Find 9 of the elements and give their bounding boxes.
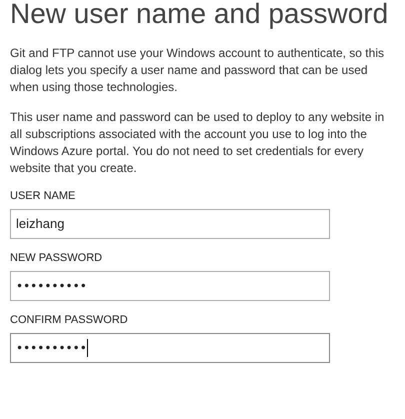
password-field[interactable]: ••••••••••	[10, 271, 330, 301]
dialog-title: New user name and password	[10, 0, 390, 31]
description-text: This user name and password can be used to deploy to any website in all subscriptions associated with the account you use to log into the Windows Azure portal. You do not need to set credentials for every website that you create.	[10, 109, 386, 177]
description-text: Git and FTP cannot use your Windows account to authenticate, so this dialog lets you specify a user name and password that can be used when using those technologies.	[10, 45, 385, 96]
text-field[interactable]: leizhang	[10, 209, 330, 239]
password-field[interactable]: ••••••••••	[10, 333, 330, 363]
field-label: CONFIRM PASSWORD	[10, 313, 129, 327]
field-label: USER NAME	[10, 189, 76, 203]
field-label: NEW PASSWORD	[10, 251, 104, 265]
